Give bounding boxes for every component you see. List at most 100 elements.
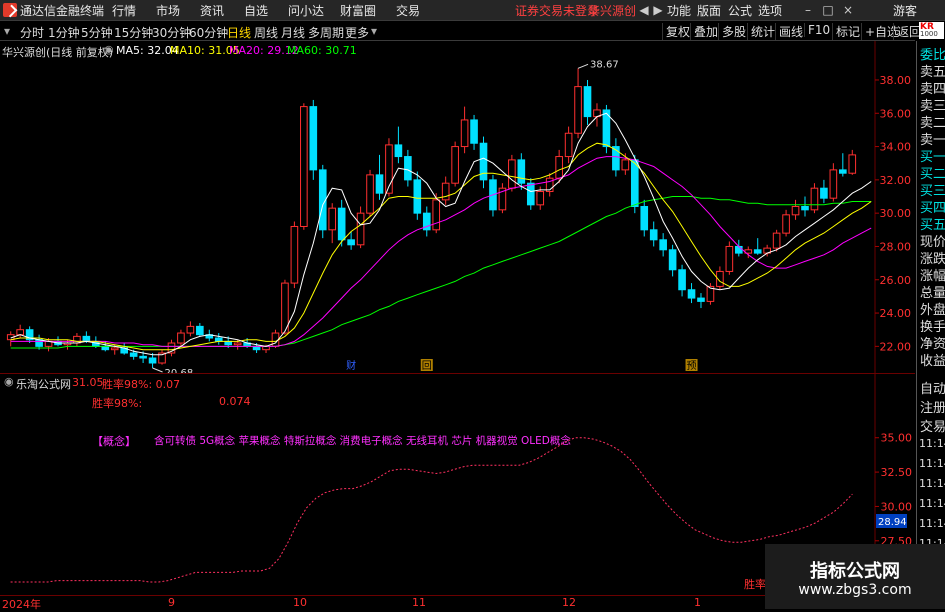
period-tab-more[interactable]: 更多 [345,24,369,41]
candle-body [451,146,459,184]
tool-drawline-button[interactable]: 画线 [775,23,803,40]
y-tick-label: 22.00 [880,340,912,353]
candle-body [347,239,355,246]
candle-body [829,169,838,199]
candle-body [649,229,658,241]
menu-item-market[interactable]: 市场 [156,2,180,19]
candle-body [668,249,677,271]
period-tab-daily[interactable]: 日线 [227,24,251,41]
y-tick-label: 32.00 [880,174,912,187]
close-icon[interactable]: × [840,2,856,18]
indicator-bottom-label: 胜率 [744,578,766,591]
candle-body [801,206,809,211]
candle-body [35,339,43,347]
candle-body [148,357,157,364]
candle-body [725,245,734,272]
period-tab-monthly[interactable]: 月线 [281,24,305,41]
y-tick-label: 24.00 [880,307,912,320]
maximize-icon[interactable]: □ [820,2,836,18]
period-tab-intraday[interactable]: 分时 [20,24,44,41]
candle-body [753,249,762,254]
menu-item-options[interactable]: 选项 [758,2,782,19]
menu-item-watchlist[interactable]: 自选 [244,2,268,19]
candle-body [73,335,81,344]
period-tab-5min[interactable]: 5分钟 [81,24,113,41]
menu-item-assistant[interactable]: 问小达 [288,2,324,19]
menu-item-function[interactable]: 功能 [667,2,691,19]
candle-body [820,187,828,199]
sub-y-tick-label: 35.00 [881,432,913,445]
menu-item-formula[interactable]: 公式 [728,2,752,19]
period-tab-15min[interactable]: 15分钟 [114,24,153,41]
stock-badge[interactable]: KR 1000 [919,22,944,39]
tool-f10-button[interactable]: F10 [804,23,830,37]
event-marker-1: 回 [422,360,432,372]
tick-time-1: 11:14 [919,457,945,470]
login-status-notice[interactable]: 证券交易未登录 [515,2,599,19]
candle-body [413,179,422,214]
ma5-line [10,112,872,356]
period-tab-weekly[interactable]: 周线 [254,24,278,41]
menu-item-quotes[interactable]: 行情 [112,2,136,19]
period-tab-30min[interactable]: 30分钟 [152,24,191,41]
menu-item-news[interactable]: 资讯 [200,2,224,19]
candle-body [432,199,441,231]
period-tab-60min[interactable]: 60分钟 [189,24,228,41]
candle-body [687,289,696,299]
candle-body [697,297,705,302]
menu-item-trade[interactable]: 交易 [396,2,420,19]
candle-body [782,214,790,234]
tick-time-4: 11:14 [919,517,945,530]
tool-adjust-button[interactable]: 复权 [662,23,690,40]
x-label-jan: 1 [694,596,701,609]
candle-body [290,225,299,284]
candle-body [734,245,743,254]
ma60-line [10,196,872,349]
candle-body [394,144,403,158]
guest-label[interactable]: 游客 [893,2,917,19]
more-chevron-icon[interactable]: ▾ [371,24,377,38]
tool-mark-button[interactable]: 标记 [832,23,860,40]
candle-body [470,119,478,144]
current-stock-name: 华兴源创 [588,4,637,18]
candle-body [621,159,630,171]
y-tick-label: 38.00 [880,74,912,87]
candle-body [839,169,847,174]
candle-body [848,154,857,174]
forward-icon[interactable]: ▶ [650,2,666,18]
x-label-oct: 10 [293,596,307,609]
menu-item-community[interactable]: 财富圈 [340,2,376,19]
candle-body [574,86,582,134]
candle-body [16,329,24,336]
current-value-text: 28.94 [878,517,907,528]
tick-time-3: 11:14 [919,497,945,510]
panel-action-1[interactable]: 注册 [920,397,945,416]
candle-body [139,355,147,359]
period-tab-1min[interactable]: 1分钟 [48,24,80,41]
y-tick-label: 34.00 [880,141,912,154]
kline-chart-panel[interactable]: 华兴源创(日线 前复权) ◉ MA5: 32.04 MA10: 31.05 MA… [0,41,915,373]
watermark-title: 指标公式网 [810,561,900,582]
panel-action-0[interactable]: 自动 [920,378,945,397]
tool-overlay-button[interactable]: 叠加 [690,23,718,40]
tool-back-button[interactable]: 返回 [893,23,921,40]
watermark-url: www.zbgs3.com [798,582,912,598]
top-menu-bar: 通达信金融终端 行情 市场 资讯 自选 问小达 财富圈 交易 证券交易未登录 华… [0,0,945,21]
y-tick-label: 28.00 [880,240,912,253]
y-tick-label: 26.00 [880,274,912,287]
tool-multistock-button[interactable]: 多股 [718,23,746,40]
sub-y-tick-label: 32.50 [881,466,913,479]
menu-item-layout[interactable]: 版面 [697,2,721,19]
minimize-icon[interactable]: – [800,2,816,18]
candle-body [186,325,195,334]
sub-indicator-line [10,437,853,583]
candle-body [526,182,535,206]
period-tab-multi[interactable]: 多周期 [308,24,344,41]
panel-action-2[interactable]: 交易 [920,416,945,435]
tick-time-2: 11:14 [919,477,945,490]
tool-stats-button[interactable]: 统计 [747,23,775,40]
candle-body [460,119,469,148]
toolbar-dropdown-icon[interactable]: ▾ [4,24,10,38]
watermark-badge: 指标公式网 www.zbgs3.com [765,544,945,609]
candle-body [404,156,412,181]
